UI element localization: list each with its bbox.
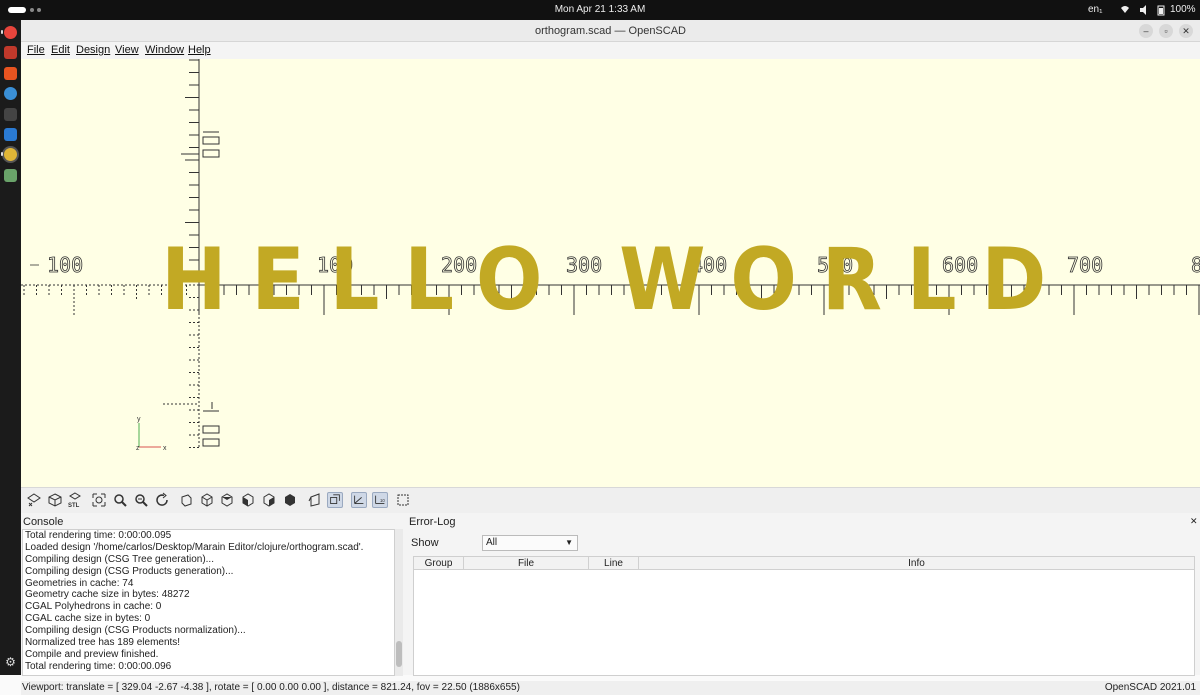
console-panel: Console Total rendering time: 0:00:00.09… xyxy=(21,514,404,681)
svg-text:STL: STL xyxy=(68,503,80,508)
column-header-group[interactable]: Group xyxy=(414,557,464,570)
chrome-icon[interactable] xyxy=(4,26,17,39)
view-bottom-icon[interactable] xyxy=(219,492,235,508)
close-button[interactable]: ✕ xyxy=(1179,24,1193,38)
rendered-hello-world-model: HELLO WORLD xyxy=(161,230,1071,330)
console-title: Console xyxy=(23,516,64,528)
version-label: OpenSCAD 2021.01 xyxy=(1104,682,1196,693)
show-axes-icon[interactable] xyxy=(351,492,367,508)
3d-viewport[interactable]: 100 100 200 300 400 500 600 700 8 HELLO … xyxy=(21,59,1200,487)
status-bar: Viewport: translate = [ 329.04 -2.67 -4.… xyxy=(21,681,1200,695)
minimize-button[interactable]: – xyxy=(1139,24,1153,38)
volume-icon xyxy=(1140,5,1146,15)
app-center-icon[interactable] xyxy=(4,67,17,80)
show-scale-icon[interactable]: 10 xyxy=(372,492,388,508)
view-right-icon[interactable] xyxy=(178,492,194,508)
error-log-panel: Error-Log ✕ Show All ▼ Group File Line I… xyxy=(407,514,1200,681)
console-line: Compiling design (CSG Tree generation)..… xyxy=(25,553,214,565)
system-tray[interactable] xyxy=(1120,4,1168,19)
console-line: Compiling design (CSG Products generatio… xyxy=(25,565,234,577)
battery-percent: 100% xyxy=(1170,4,1196,15)
perspective-icon[interactable] xyxy=(307,492,323,508)
axes-gizmo: x y z xyxy=(136,416,167,452)
console-line: CGAL Polyhedrons in cache: 0 xyxy=(25,601,162,613)
show-apps-icon[interactable]: ⚙ xyxy=(4,656,17,669)
menu-bar: File Edit Design View Window Help xyxy=(21,42,1200,59)
column-header-file[interactable]: File xyxy=(464,557,589,570)
window-title: orthogram.scad — OpenSCAD xyxy=(534,25,686,37)
zoom-in-icon[interactable] xyxy=(112,492,128,508)
axis-x-label: x xyxy=(163,445,167,452)
close-icon[interactable]: ✕ xyxy=(1190,516,1198,527)
files-icon[interactable] xyxy=(4,46,17,59)
trash-icon[interactable] xyxy=(4,169,17,182)
menu-help[interactable]: Help xyxy=(188,44,211,56)
maximize-button[interactable]: ▫ xyxy=(1159,24,1173,38)
console-line: Geometry cache size in bytes: 48272 xyxy=(25,589,190,601)
terminal-icon[interactable] xyxy=(4,108,17,121)
preview-icon[interactable] xyxy=(26,492,42,508)
openscad-icon[interactable] xyxy=(4,148,17,161)
dock: ⚙ xyxy=(0,20,21,675)
language-indicator[interactable]: en₁ xyxy=(1088,4,1103,15)
console-line: Total rendering time: 0:00:00.095 xyxy=(25,530,172,541)
reset-view-icon[interactable] xyxy=(154,492,170,508)
ruler-label: 100 xyxy=(47,253,83,277)
view-front-icon[interactable] xyxy=(261,492,277,508)
console-line: CGAL cache size in bytes: 0 xyxy=(25,613,151,625)
view-all-icon[interactable] xyxy=(91,492,107,508)
menu-view[interactable]: View xyxy=(115,44,139,56)
viewport-toolbar: STL 10 xyxy=(21,487,1200,513)
error-log-table[interactable]: Group File Line Info xyxy=(413,556,1195,676)
system-clock[interactable]: Mon Apr 21 1:33 AM xyxy=(0,4,1200,15)
menu-design[interactable]: Design xyxy=(76,44,110,56)
console-scrollbar[interactable] xyxy=(395,529,403,676)
viewport-status: Viewport: translate = [ 329.04 -2.67 -4.… xyxy=(22,682,520,693)
menu-window[interactable]: Window xyxy=(145,44,184,56)
error-log-title: Error-Log xyxy=(409,516,456,528)
orthogonal-icon[interactable] xyxy=(327,492,343,508)
menu-file[interactable]: File xyxy=(27,44,45,56)
vscode-icon[interactable] xyxy=(4,128,17,141)
console-scroll-thumb[interactable] xyxy=(396,641,402,667)
ruler-label: 700 xyxy=(1067,253,1103,277)
zoom-out-icon[interactable] xyxy=(133,492,149,508)
column-header-line[interactable]: Line xyxy=(589,557,639,570)
console-line: Total rendering time: 0:00:00.096 xyxy=(25,660,172,672)
running-indicator xyxy=(1,30,3,34)
system-top-bar: Mon Apr 21 1:33 AM en₁ 100% xyxy=(0,0,1200,20)
console-line: Compile and preview finished. xyxy=(25,648,159,660)
view-top-icon[interactable] xyxy=(199,492,215,508)
axis-z-label: z xyxy=(136,445,140,452)
export-stl-icon[interactable]: STL xyxy=(67,492,83,508)
svg-text:10: 10 xyxy=(380,498,385,503)
view-back-icon[interactable] xyxy=(282,492,298,508)
console-line: Loaded design '/home/carlos/Desktop/Mara… xyxy=(25,541,364,553)
wifi-icon xyxy=(1121,6,1129,13)
view-left-icon[interactable] xyxy=(240,492,256,508)
show-filter-select[interactable]: All ▼ xyxy=(482,535,578,551)
ruler-label: 8 xyxy=(1191,253,1200,277)
viewport-canvas: 100 100 200 300 400 500 600 700 8 HELLO … xyxy=(21,59,1200,452)
console-line: Geometries in cache: 74 xyxy=(25,577,134,589)
column-header-info[interactable]: Info xyxy=(639,557,1194,570)
console-line: Normalized tree has 189 elements! xyxy=(25,637,181,649)
openscad-window: orthogram.scad — OpenSCAD – ▫ ✕ File Edi… xyxy=(21,20,1200,695)
render-icon[interactable] xyxy=(47,492,63,508)
running-indicator xyxy=(1,152,3,156)
help-icon[interactable] xyxy=(4,87,17,100)
chevron-down-icon: ▼ xyxy=(565,538,573,547)
show-filter-value: All xyxy=(486,537,498,548)
console-output[interactable]: Total rendering time: 0:00:00.095 Loaded… xyxy=(22,529,395,676)
menu-edit[interactable]: Edit xyxy=(51,44,70,56)
axis-y-label: y xyxy=(137,416,141,423)
console-line: Compiling design (CSG Products normaliza… xyxy=(25,625,246,637)
tray-icons xyxy=(1121,5,1165,16)
show-label: Show xyxy=(411,537,439,549)
show-edges-icon[interactable] xyxy=(395,492,411,508)
title-bar[interactable]: orthogram.scad — OpenSCAD – ▫ ✕ xyxy=(21,20,1200,42)
